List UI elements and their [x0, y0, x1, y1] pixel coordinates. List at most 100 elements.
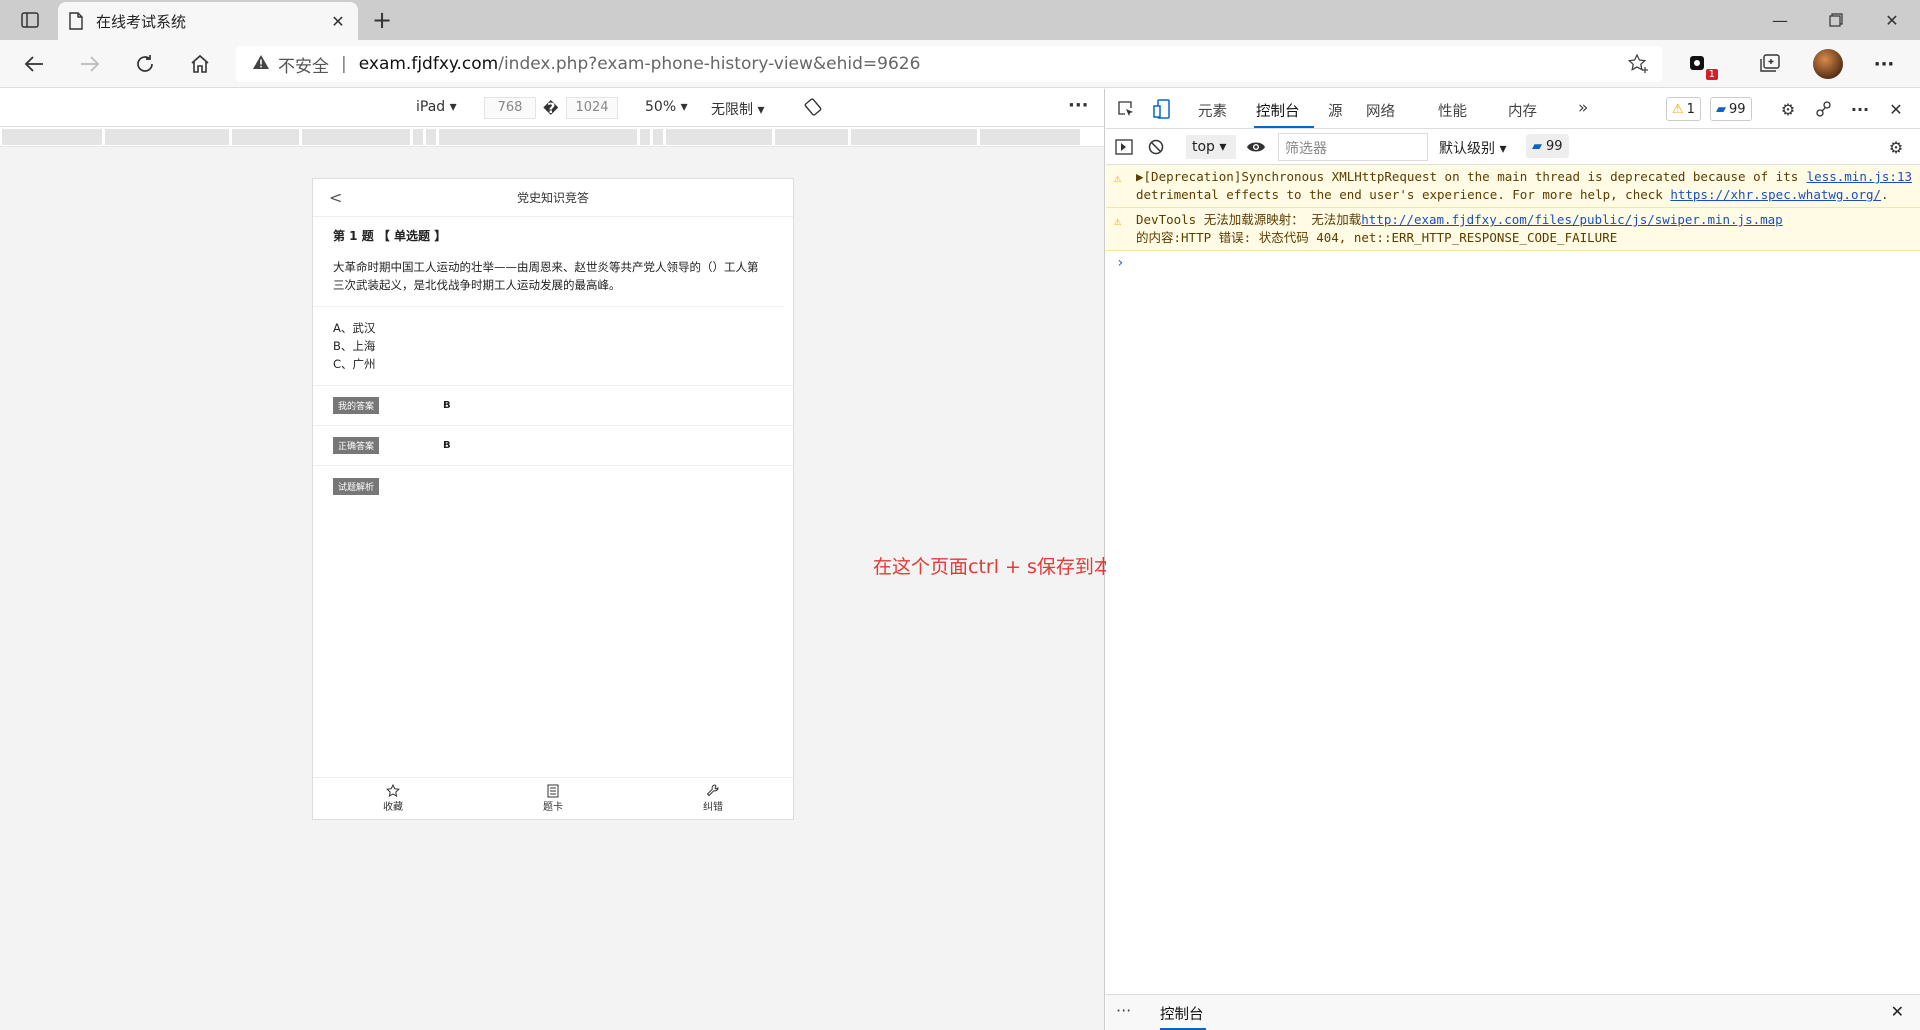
star-icon	[386, 784, 400, 798]
more-tabs-icon[interactable]: »	[1578, 98, 1588, 118]
log-source-link[interactable]: less.min.js:13	[1807, 168, 1912, 186]
tab-close-icon[interactable]: ✕	[328, 12, 348, 31]
dimension-times: �	[543, 101, 559, 117]
console-toolbar: top ▾ 筛选器 默认级别 ▾ ▰ 99 ⚙	[1106, 129, 1920, 165]
console-messages-pill[interactable]: ▰ 99	[1526, 134, 1569, 158]
devtools-panel: 元素 控制台 源 网络 性能 内存 » ⚠ 1 ▰ 99 ⚙ ··· ✕ top ▾…	[1106, 89, 1920, 1030]
avatar	[1813, 49, 1843, 79]
live-expression-eye-icon[interactable]	[1244, 135, 1268, 159]
new-tab-button[interactable]: +	[368, 6, 396, 34]
add-favorite-icon[interactable]	[1627, 53, 1650, 79]
tab-elements[interactable]: 元素	[1198, 100, 1227, 121]
console-warning: ⚠ less.min.js:13 ▶[Deprecation]Synchrono…	[1106, 165, 1920, 208]
minimize-button[interactable]: —	[1752, 0, 1808, 40]
inspect-element-icon[interactable]	[1114, 97, 1138, 121]
tab-title: 在线考试系统	[96, 12, 187, 31]
option-c[interactable]: C、广州	[333, 355, 773, 373]
settings-menu-icon[interactable]: ···	[1866, 48, 1902, 80]
address-separator: |	[341, 54, 347, 74]
tab-network[interactable]: 网络	[1366, 100, 1395, 121]
devtools-more-icon[interactable]: ···	[1848, 97, 1872, 121]
answer-card-button[interactable]: 题卡	[473, 778, 633, 819]
favorite-button[interactable]: 收藏	[313, 778, 473, 819]
my-answer-value: B	[443, 400, 451, 411]
address-bar[interactable]: 不安全 | exam.fjdfxy.com/index.php?exam-pho…	[236, 46, 1662, 82]
page-icon	[69, 12, 83, 30]
devtools-close-icon[interactable]: ✕	[1884, 97, 1908, 121]
messages-counter[interactable]: ▰ 99	[1710, 97, 1752, 121]
page-footer: 收藏 题卡 纠错	[313, 777, 793, 819]
device-more-icon[interactable]: ···	[1068, 95, 1089, 116]
wrench-icon	[706, 784, 719, 797]
restore-button[interactable]	[1808, 0, 1864, 40]
refresh-button[interactable]	[127, 48, 163, 80]
warning-triangle-icon: ⚠	[1672, 101, 1684, 117]
option-b[interactable]: B、上海	[333, 337, 773, 355]
collections-icon[interactable]	[1752, 48, 1788, 80]
connect-icon[interactable]	[1812, 97, 1836, 121]
forward-button[interactable]	[72, 48, 108, 80]
analysis-row: 试题解析	[313, 466, 793, 506]
emulated-page: < 党史知识竞答 第 1 题 【 单选题 】 大革命时期中国工人运动的壮举——由…	[312, 178, 794, 820]
extension-badge: 1	[1705, 69, 1718, 80]
rotate-icon[interactable]	[804, 98, 822, 120]
back-arrow-icon[interactable]: <	[329, 179, 342, 217]
url-host: exam.fjdfxy.com	[358, 54, 499, 74]
message-icon: ▰	[1532, 138, 1542, 154]
warnings-counter[interactable]: ⚠ 1	[1666, 97, 1701, 121]
home-button[interactable]	[182, 48, 218, 80]
log-link[interactable]: https://xhr.spec.whatwg.org/	[1670, 187, 1881, 202]
correct-answer-label: 正确答案	[333, 437, 379, 454]
settings-gear-icon[interactable]: ⚙	[1776, 97, 1800, 121]
throttle-select[interactable]: 无限制 ▾	[711, 99, 764, 119]
url-path: /index.php?exam-phone-history-view&ehid=…	[498, 54, 921, 74]
zoom-select[interactable]: 50% ▾	[645, 99, 688, 115]
height-input[interactable]: 1024	[566, 97, 618, 119]
extension-button[interactable]: 1	[1680, 48, 1718, 80]
context-select[interactable]: top ▾	[1186, 135, 1236, 159]
message-icon: ▰	[1716, 101, 1726, 117]
width-input[interactable]: 768	[484, 97, 536, 119]
page-title: 党史知识竞答	[516, 191, 589, 205]
drawer-tab-console[interactable]: 控制台	[1160, 1003, 1204, 1024]
annotation-text: 在这个页面ctrl + s保存到本地	[873, 556, 1132, 578]
active-tab-indicator	[1254, 126, 1314, 128]
drawer-close-icon[interactable]: ✕	[1891, 1002, 1904, 1021]
profile-avatar[interactable]	[1810, 48, 1846, 80]
log-link[interactable]: http://exam.fjdfxy.com/files/public/js/s…	[1361, 212, 1782, 227]
tab-actions-icon[interactable]	[12, 8, 48, 32]
correct-answer-row: 正确答案 B	[313, 426, 793, 466]
console-prompt[interactable]: ›	[1106, 251, 1920, 275]
tab-console[interactable]: 控制台	[1256, 100, 1300, 121]
console-settings-gear-icon[interactable]: ⚙	[1884, 135, 1908, 159]
window-close-button[interactable]: ✕	[1864, 0, 1920, 40]
drawer-more-icon[interactable]: ···	[1116, 1001, 1131, 1020]
correct-answer-value: B	[443, 440, 451, 451]
warning-icon	[252, 54, 270, 75]
question-text: 大革命时期中国工人运动的壮举——由周恩来、赵世炎等共产党人领导的（）工人第三次武…	[313, 254, 785, 307]
tab-performance[interactable]: 性能	[1438, 100, 1467, 121]
browser-tab[interactable]: 在线考试系统 ✕	[58, 2, 358, 40]
insecure-label[interactable]: 不安全	[278, 52, 329, 77]
clear-console-icon[interactable]	[1144, 135, 1168, 159]
tab-memory[interactable]: 内存	[1508, 100, 1537, 121]
device-toolbar: iPad ▾ 768 � 1024 50% ▾ 无限制 ▾ ···	[0, 89, 1104, 127]
my-answer-row: 我的答案 B	[313, 386, 793, 426]
devtools-tabbar: 元素 控制台 源 网络 性能 内存 » ⚠ 1 ▰ 99 ⚙ ··· ✕	[1106, 89, 1920, 129]
warning-icon: ⚠	[1114, 171, 1122, 185]
page-header: < 党史知识竞答	[313, 179, 793, 217]
tab-sources[interactable]: 源	[1328, 100, 1343, 121]
console-filter-input[interactable]: 筛选器	[1278, 133, 1428, 161]
console-log: ⚠ less.min.js:13 ▶[Deprecation]Synchrono…	[1106, 165, 1920, 275]
question-number: 第 1 题 【 单选题 】	[333, 229, 447, 243]
device-toggle-icon[interactable]	[1150, 97, 1174, 121]
tab-strip: 在线考试系统 ✕ + — ✕	[0, 0, 1920, 40]
sidebar-toggle-icon[interactable]	[1112, 135, 1136, 159]
warning-icon: ⚠	[1114, 214, 1122, 228]
option-a[interactable]: A、武汉	[333, 319, 773, 337]
back-button[interactable]	[16, 48, 52, 80]
log-level-select[interactable]: 默认级别 ▾	[1439, 138, 1506, 158]
media-query-ruler[interactable]	[0, 127, 1104, 147]
device-select[interactable]: iPad ▾	[416, 99, 457, 115]
report-error-button[interactable]: 纠错	[633, 778, 793, 819]
